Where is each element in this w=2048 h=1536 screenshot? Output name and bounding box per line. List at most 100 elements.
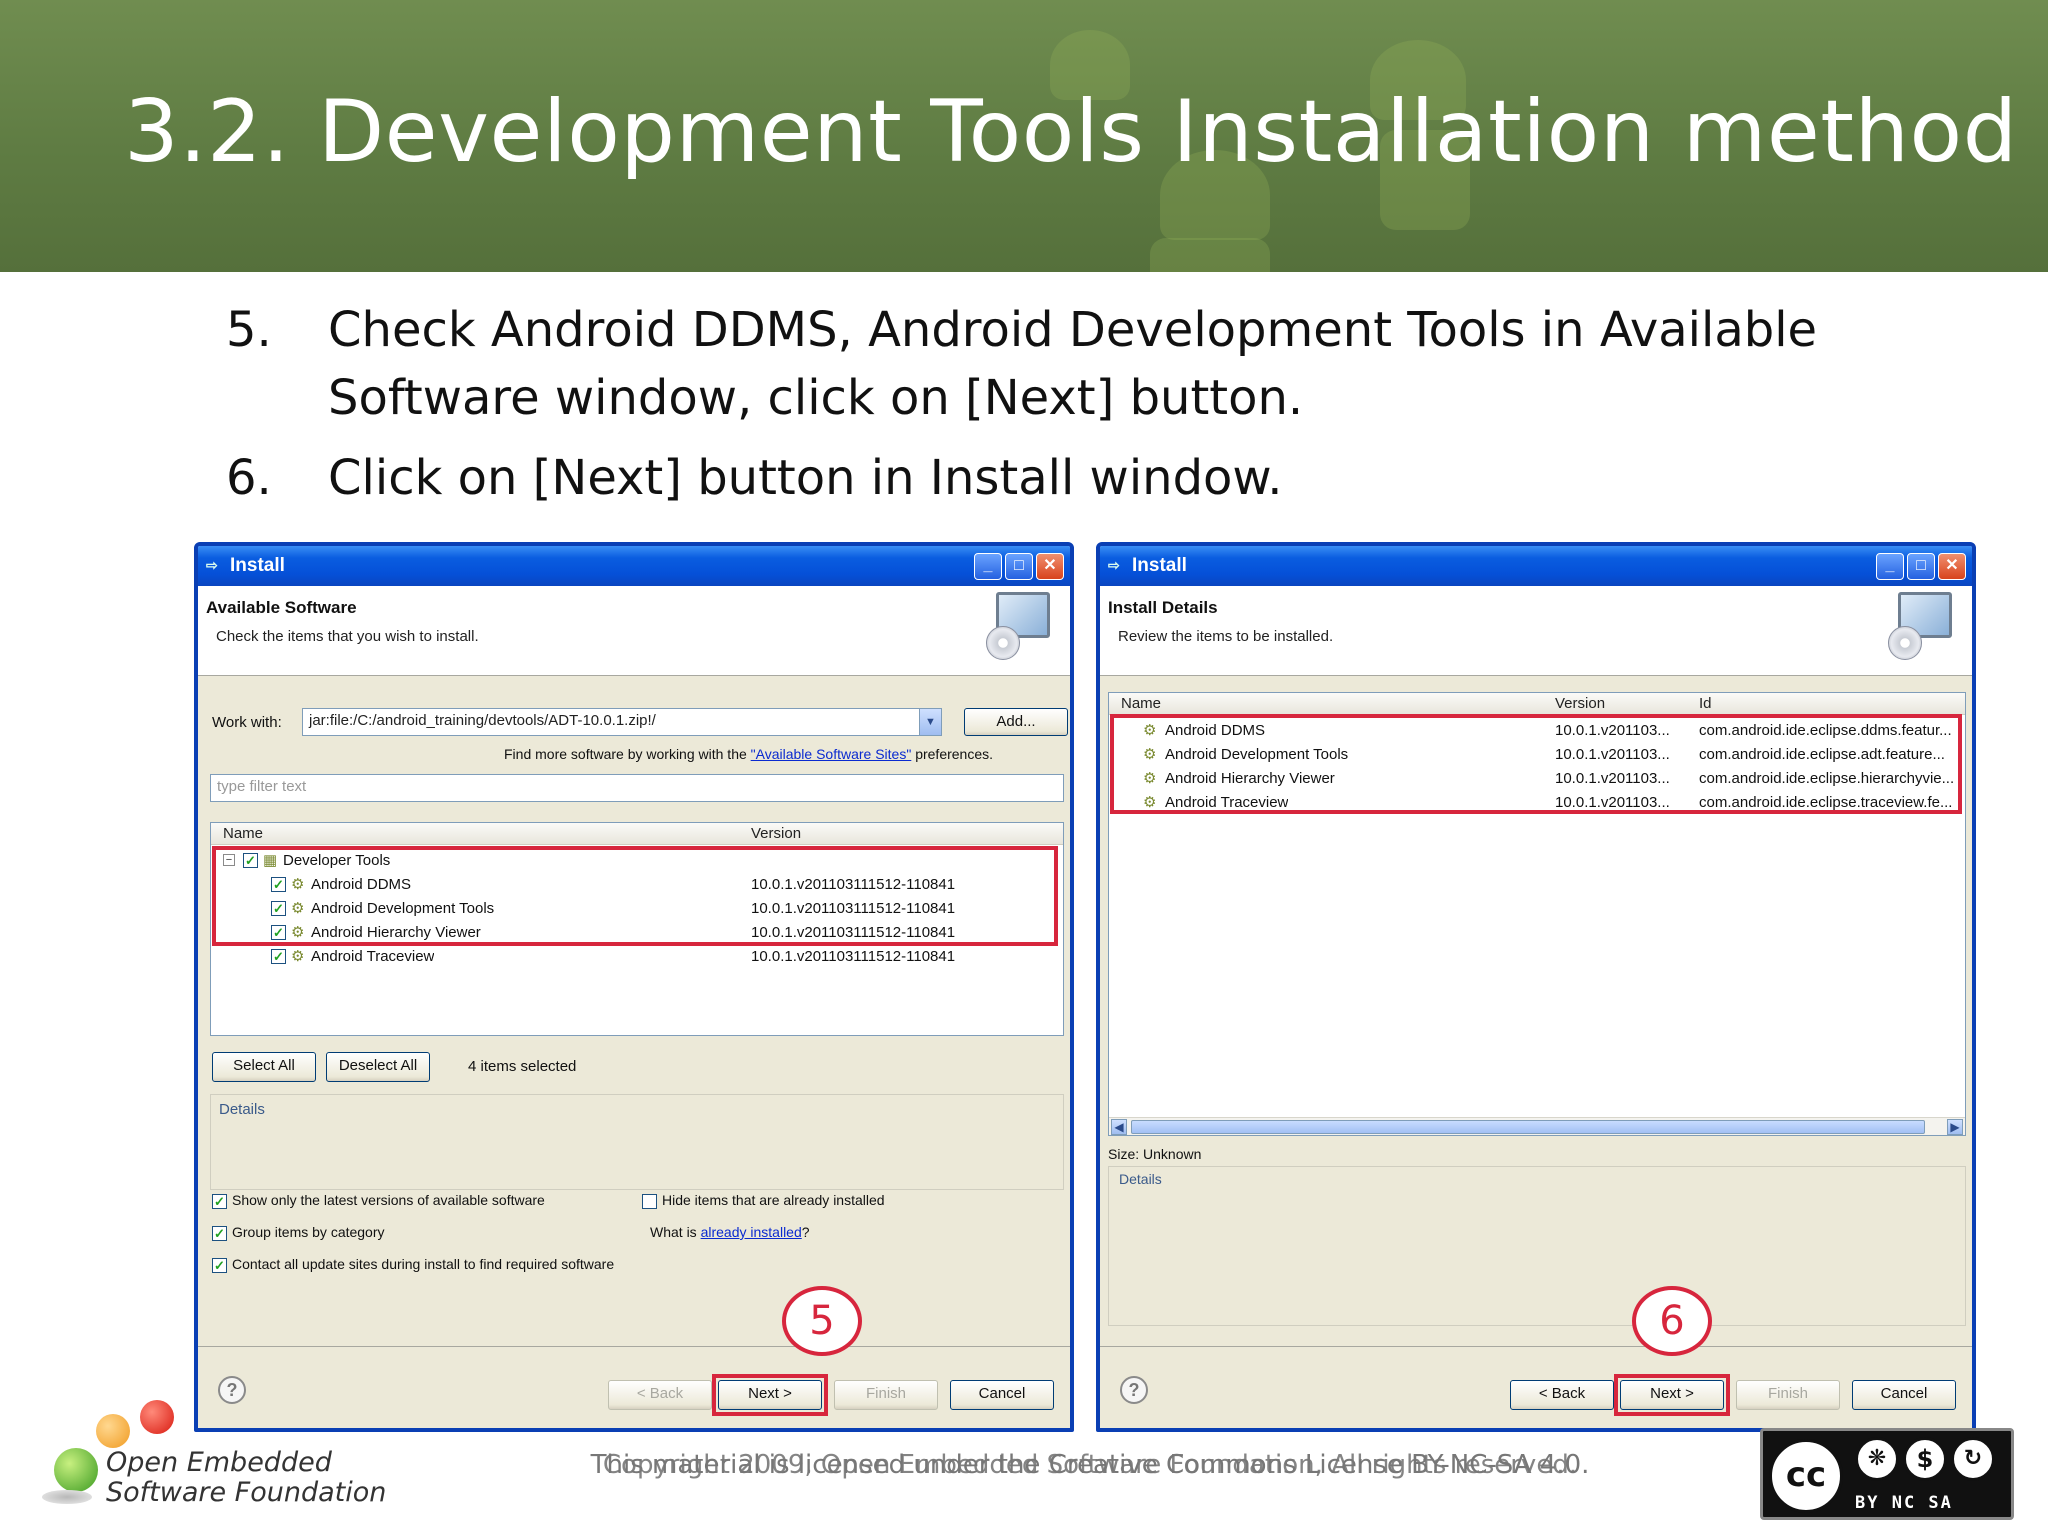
step-number: 6. [226, 450, 272, 506]
find-more-text: Find more software by working with the "… [504, 746, 994, 762]
attribution-icon: ❋ [1855, 1437, 1899, 1481]
table-header: Name Version Id [1109, 693, 1965, 715]
logo-ball-green [54, 1448, 98, 1492]
item-name: Android Traceview [311, 948, 435, 965]
filter-input[interactable]: type filter text [210, 774, 1064, 802]
tree-item-row[interactable]: ✓ ⚙ Android Traceview 10.0.1.v2011031115… [211, 945, 1063, 969]
already-installed-link[interactable]: already installed [701, 1224, 802, 1240]
close-button[interactable]: ✕ [1036, 553, 1064, 580]
logo-shadow [42, 1490, 92, 1504]
minimize-button[interactable]: _ [974, 553, 1002, 580]
separator [198, 1346, 1070, 1347]
logo-ball-red [140, 1400, 174, 1434]
size-label: Size: Unknown [1108, 1146, 1202, 1162]
details-panel: Details [1108, 1166, 1966, 1326]
step-text: Click on [Next] button in Install window… [328, 450, 1283, 506]
details-label: Details [1119, 1171, 1162, 1187]
oesf-name: Open Embedded Software Foundation [106, 1447, 387, 1508]
finish-button[interactable]: Finish [1736, 1380, 1840, 1410]
help-icon[interactable]: ? [1120, 1376, 1148, 1404]
highlight-next-box [1614, 1374, 1730, 1416]
back-button[interactable]: < Back [1510, 1380, 1614, 1410]
chevron-down-icon[interactable]: ▼ [919, 709, 941, 735]
column-version[interactable]: Version [751, 825, 801, 842]
wizard-subtitle: Review the items to be installed. [1118, 628, 1334, 645]
install-monitor-icon [986, 592, 1050, 660]
available-software-window: ⇨ Install _ □ ✕ Available Software Check… [194, 542, 1074, 1432]
noncommercial-icon: $ [1903, 1437, 1947, 1481]
what-is-installed-text: What is already installed? [650, 1224, 810, 1240]
install-monitor-icon [1888, 592, 1952, 660]
scroll-right-icon[interactable]: ▶ [1947, 1119, 1963, 1135]
back-button[interactable]: < Back [608, 1380, 712, 1410]
maximize-button[interactable]: □ [1005, 553, 1033, 580]
window-title: Install [1132, 555, 1187, 576]
install-details-window: ⇨ Install _ □ ✕ Install Details Review t… [1096, 542, 1976, 1432]
separator [1100, 1346, 1972, 1347]
window-titlebar[interactable]: ⇨ Install _ □ ✕ [198, 546, 1070, 586]
item-version: 10.0.1.v201103111512-110841 [751, 948, 956, 965]
highlight-selection-box [212, 846, 1058, 946]
step-5: 5. Check Android DDMS, Android Developme… [226, 296, 1846, 432]
group-by-category-label: Group items by category [232, 1224, 385, 1240]
highlight-items-box [1110, 714, 1962, 814]
group-by-category-checkbox[interactable]: ✓ [212, 1226, 227, 1241]
work-with-value: jar:file:/C:/android_training/devtools/A… [309, 712, 656, 729]
step-6: 6. Click on [Next] button in Install win… [226, 444, 1846, 512]
callout-step-6: 6 [1632, 1286, 1712, 1356]
select-all-button[interactable]: Select All [212, 1052, 316, 1082]
details-label: Details [219, 1101, 265, 1118]
slide-header: 3.2. Development Tools Installation meth… [0, 0, 2048, 272]
contact-sites-checkbox[interactable]: ✓ [212, 1258, 227, 1273]
selected-count: 4 items selected [468, 1058, 577, 1075]
show-latest-label: Show only the latest versions of availab… [232, 1192, 545, 1208]
hide-installed-checkbox[interactable] [642, 1194, 657, 1209]
finish-button[interactable]: Finish [834, 1380, 938, 1410]
maximize-button[interactable]: □ [1907, 553, 1935, 580]
filter-placeholder: type filter text [217, 778, 307, 795]
item-checkbox[interactable]: ✓ [271, 949, 286, 964]
cancel-button[interactable]: Cancel [950, 1380, 1054, 1410]
cc-icon: cc [1769, 1439, 1843, 1513]
horizontal-scrollbar[interactable]: ◀ ▶ [1109, 1117, 1965, 1135]
add-site-button[interactable]: Add... [964, 708, 1068, 736]
sharealike-icon: ↻ [1951, 1437, 1995, 1481]
scroll-left-icon[interactable]: ◀ [1111, 1119, 1127, 1135]
wizard-subtitle: Check the items that you wish to install… [216, 628, 479, 645]
window-titlebar[interactable]: ⇨ Install _ □ ✕ [1100, 546, 1972, 586]
hide-installed-label: Hide items that are already installed [662, 1192, 885, 1208]
work-with-combo[interactable]: jar:file:/C:/android_training/devtools/A… [302, 708, 942, 736]
show-latest-checkbox[interactable]: ✓ [212, 1194, 227, 1209]
slide-title: 3.2. Development Tools Installation meth… [124, 82, 2018, 182]
footer-license: This material is licensed under the Crea… [560, 1450, 1620, 1480]
details-panel: Details [210, 1094, 1064, 1190]
wizard-title: Available Software [206, 598, 357, 617]
column-name[interactable]: Name [1121, 695, 1161, 712]
work-with-label: Work with: [212, 714, 282, 731]
creative-commons-badge: cc ❋ $ ↻ BY NC SA [1760, 1428, 2014, 1520]
minimize-button[interactable]: _ [1876, 553, 1904, 580]
logo-ball-orange [96, 1414, 130, 1448]
wizard-title: Install Details [1108, 598, 1218, 617]
plugin-icon: ⚙ [291, 948, 305, 965]
step-text: Check Android DDMS, Android Development … [328, 302, 1818, 426]
column-id[interactable]: Id [1699, 695, 1712, 712]
copyright-text: Copyright 2009, Open Embedded Software F… [602, 1450, 1578, 1480]
highlight-next-box [712, 1374, 828, 1416]
instruction-list: 5. Check Android DDMS, Android Developme… [226, 296, 1846, 524]
cancel-button[interactable]: Cancel [1852, 1380, 1956, 1410]
column-name[interactable]: Name [223, 825, 263, 842]
available-software-sites-link[interactable]: "Available Software Sites" [751, 746, 912, 762]
android-robot-decoration [1150, 238, 1270, 272]
eclipse-icon: ⇨ [1108, 557, 1120, 573]
wizard-banner: Install Details Review the items to be i… [1100, 586, 1972, 676]
eclipse-icon: ⇨ [206, 557, 218, 573]
tree-header: Name Version [211, 823, 1063, 845]
deselect-all-button[interactable]: Deselect All [326, 1052, 430, 1082]
column-version[interactable]: Version [1555, 695, 1605, 712]
scrollbar-thumb[interactable] [1131, 1120, 1925, 1134]
close-button[interactable]: ✕ [1938, 553, 1966, 580]
contact-sites-label: Contact all update sites during install … [232, 1256, 615, 1272]
window-title: Install [230, 555, 285, 576]
callout-step-5: 5 [782, 1286, 862, 1356]
